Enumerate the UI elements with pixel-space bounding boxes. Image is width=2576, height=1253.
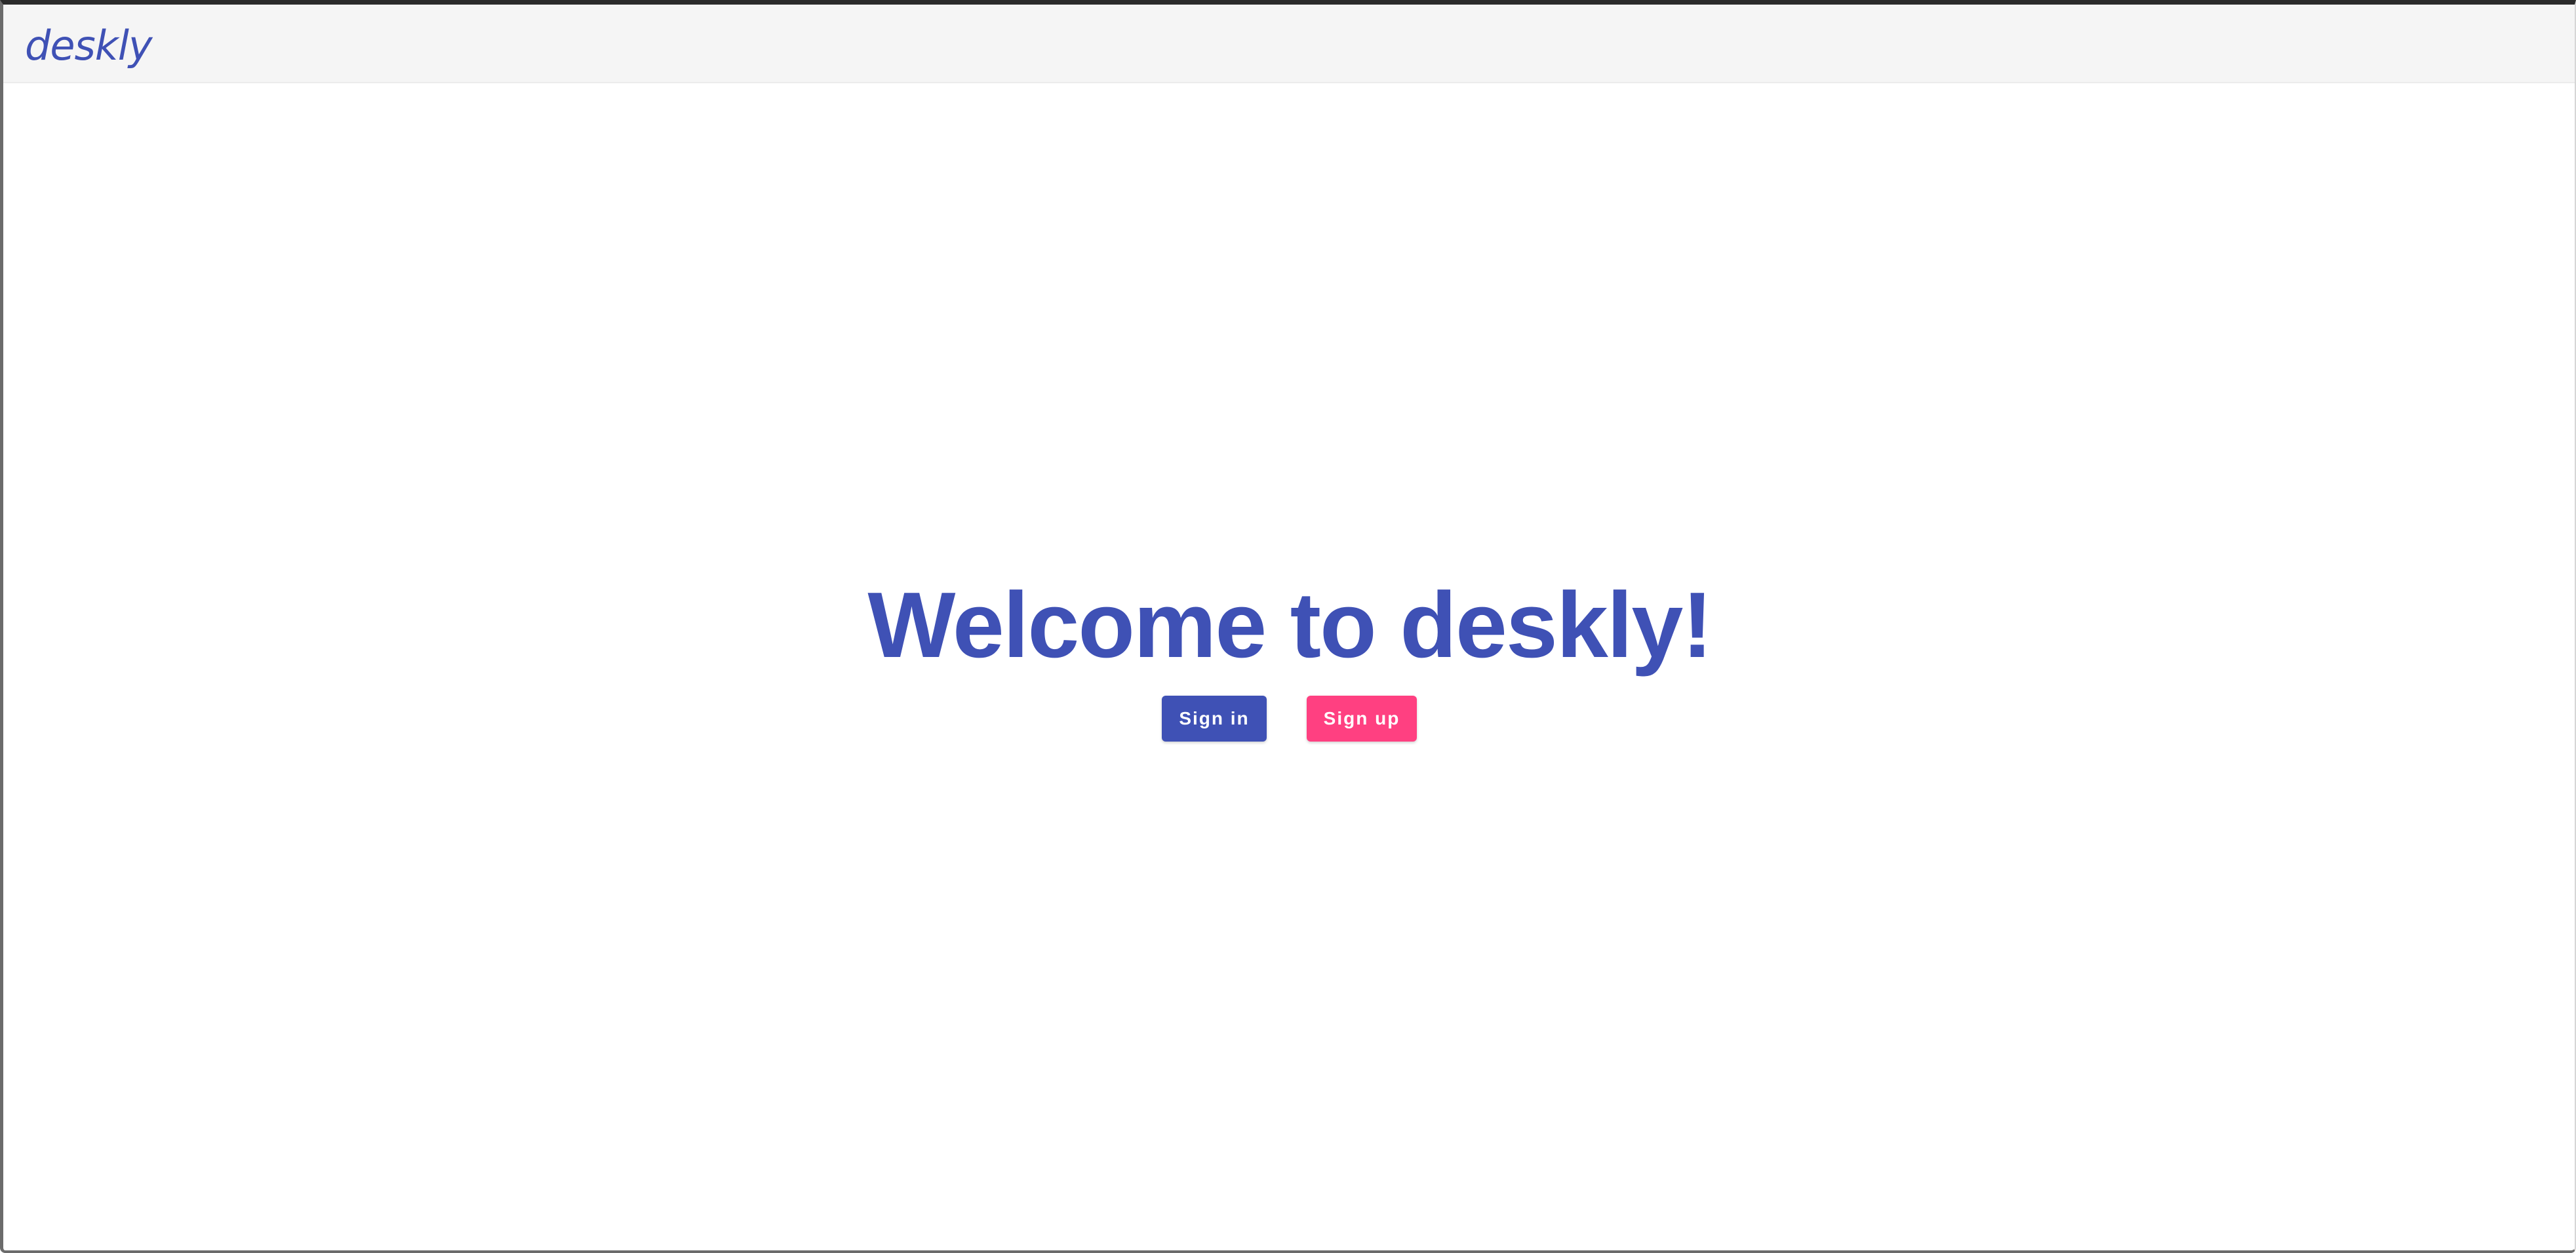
landing-content: Welcome to deskly! Sign in Sign up [3,83,2575,1176]
welcome-heading: Welcome to deskly! [867,573,1713,678]
sign-up-button[interactable]: Sign up [1307,696,1417,742]
top-toolbar: deskly [3,5,2575,83]
brand-logo[interactable]: deskly [25,18,153,74]
auth-actions: Sign in Sign up [3,696,2575,743]
sign-in-button[interactable]: Sign in [1162,696,1267,742]
app-window: deskly Welcome to deskly! Sign in Sign u… [0,0,2576,1253]
